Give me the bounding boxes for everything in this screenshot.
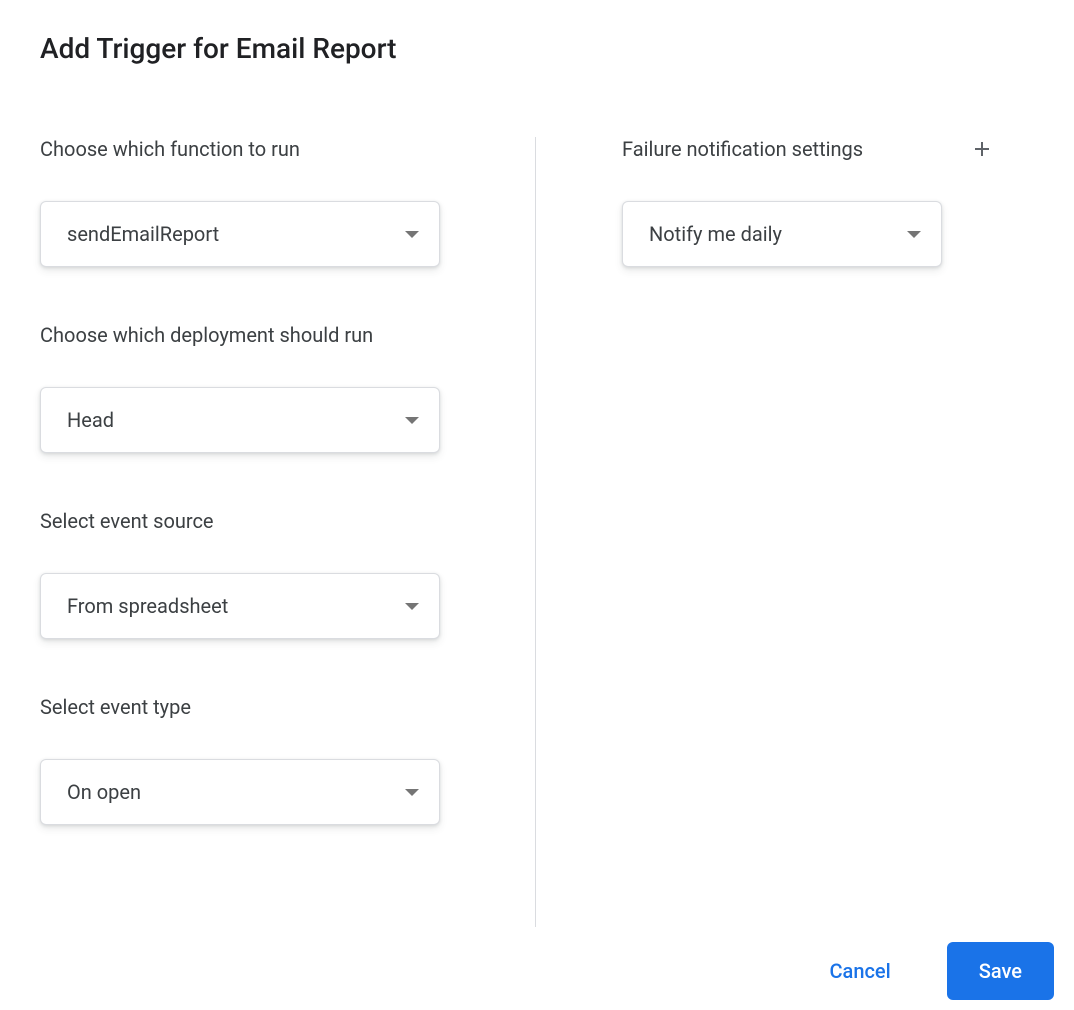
event-type-field-group: Select event type On open — [40, 695, 485, 825]
failure-notification-label: Failure notification settings — [622, 137, 863, 161]
chevron-down-icon — [405, 789, 419, 796]
event-type-label: Select event type — [40, 695, 485, 719]
event-source-select-value: From spreadsheet — [67, 594, 228, 618]
event-type-select-value: On open — [67, 780, 141, 804]
function-field-group: Choose which function to run sendEmailRe… — [40, 137, 485, 267]
function-select-value: sendEmailReport — [67, 222, 219, 246]
deployment-field-group: Choose which deployment should run Head — [40, 323, 485, 453]
deployment-select[interactable]: Head — [40, 387, 440, 453]
plus-icon — [970, 137, 994, 161]
page-title: Add Trigger for Email Report — [40, 32, 1034, 65]
chevron-down-icon — [405, 603, 419, 610]
save-button[interactable]: Save — [947, 942, 1054, 1000]
deployment-label: Choose which deployment should run — [40, 323, 485, 347]
function-select[interactable]: sendEmailReport — [40, 201, 440, 267]
add-notification-button[interactable] — [970, 137, 994, 161]
event-type-select[interactable]: On open — [40, 759, 440, 825]
event-source-select[interactable]: From spreadsheet — [40, 573, 440, 639]
left-column: Choose which function to run sendEmailRe… — [40, 137, 535, 927]
dialog-footer: Cancel Save — [814, 942, 1055, 1000]
right-column: Failure notification settings Notify me … — [536, 137, 1034, 927]
cancel-button[interactable]: Cancel — [814, 947, 907, 995]
chevron-down-icon — [405, 231, 419, 238]
failure-notification-select-value: Notify me daily — [649, 222, 782, 246]
chevron-down-icon — [907, 231, 921, 238]
function-label: Choose which function to run — [40, 137, 485, 161]
chevron-down-icon — [405, 417, 419, 424]
event-source-field-group: Select event source From spreadsheet — [40, 509, 485, 639]
event-source-label: Select event source — [40, 509, 485, 533]
deployment-select-value: Head — [67, 408, 114, 432]
failure-notification-select[interactable]: Notify me daily — [622, 201, 942, 267]
